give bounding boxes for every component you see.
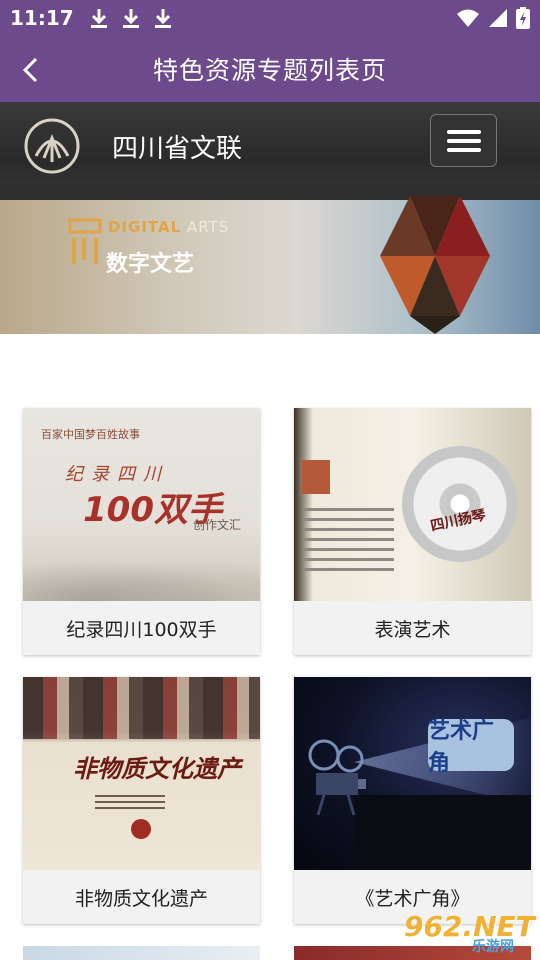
card-image-textline (302, 538, 394, 541)
card-image: 艺术广角 (294, 677, 531, 870)
seal-icon (131, 819, 151, 839)
hamburger-icon (447, 139, 481, 143)
card-image: 非物质文化遗产 (23, 677, 260, 870)
card-image-text: 非物质文化遗产 (73, 755, 241, 783)
app-bar: 特色资源专题列表页 (0, 36, 540, 102)
download-icon (90, 9, 107, 28)
federation-logo-icon[interactable] (22, 116, 82, 176)
card-image-textline (302, 518, 394, 521)
card-image-hills (23, 553, 260, 601)
wifi-icon (457, 9, 479, 27)
download-icon (154, 9, 171, 28)
card-image-photo (302, 460, 330, 494)
watermark-site: 乐游网 (472, 939, 514, 955)
download-icon (122, 9, 139, 28)
resource-card-partial[interactable] (23, 946, 260, 960)
card-image-textline (95, 807, 165, 809)
card-image-text: 百家中国梦百姓故事 (41, 428, 140, 441)
banner-en-title: DIGITAL ARTS (108, 218, 230, 236)
banner-cn-title: 数字文艺 (106, 252, 195, 277)
film-projector-icon (308, 739, 366, 816)
resource-card[interactable]: 百家中国梦百姓故事 纪录四川 100双手 创作文汇 纪录四川100双手 (23, 408, 260, 655)
battery-charging-icon (516, 7, 530, 29)
status-bar: 11:17 (0, 0, 540, 36)
card-image-textline (95, 795, 165, 797)
card-image: 四川扬琴 (294, 408, 531, 601)
card-image-textline (95, 801, 165, 803)
watermark: 962.NET 乐游网 (400, 910, 535, 955)
cell-signal-icon (489, 9, 507, 27)
page-title: 特色资源专题列表页 (152, 56, 387, 85)
hamburger-icon (447, 130, 481, 134)
card-caption: 纪录四川100双手 (23, 601, 260, 655)
hamburger-icon (447, 148, 481, 152)
digital-arts-banner[interactable]: DIGITAL ARTS 数字文艺 (0, 184, 540, 334)
card-caption: 表演艺术 (294, 601, 531, 655)
card-image-sign: 艺术广角 (428, 719, 514, 776)
resource-card[interactable]: 非物质文化遗产 非物质文化遗产 (23, 677, 260, 924)
cd-disc (402, 446, 518, 562)
back-arrow-icon[interactable] (14, 53, 48, 87)
banner-collage-image (380, 196, 490, 334)
card-image-textline (302, 558, 394, 561)
card-caption: 非物质文化遗产 (23, 870, 260, 924)
sichuan-mark-icon (68, 218, 102, 264)
card-image-textline (302, 528, 394, 531)
menu-button[interactable] (430, 114, 497, 167)
resource-card[interactable]: 艺术广角 《艺术广角》 (294, 677, 531, 924)
card-image-text: 创作文汇 (193, 518, 242, 532)
resource-card[interactable]: 四川扬琴 表演艺术 (294, 408, 531, 655)
card-image: 百家中国梦百姓故事 纪录四川 100双手 创作文汇 (23, 408, 260, 601)
watermark-brand: 962.NET (404, 910, 535, 943)
status-time: 11:17 (10, 6, 74, 30)
card-image-textline (302, 508, 394, 511)
table-silhouette (354, 795, 531, 870)
brand-name: 四川省文联 (112, 134, 243, 164)
card-image-textline (302, 548, 394, 551)
card-image-textline (302, 568, 394, 571)
opera-masks-strip (23, 677, 260, 739)
